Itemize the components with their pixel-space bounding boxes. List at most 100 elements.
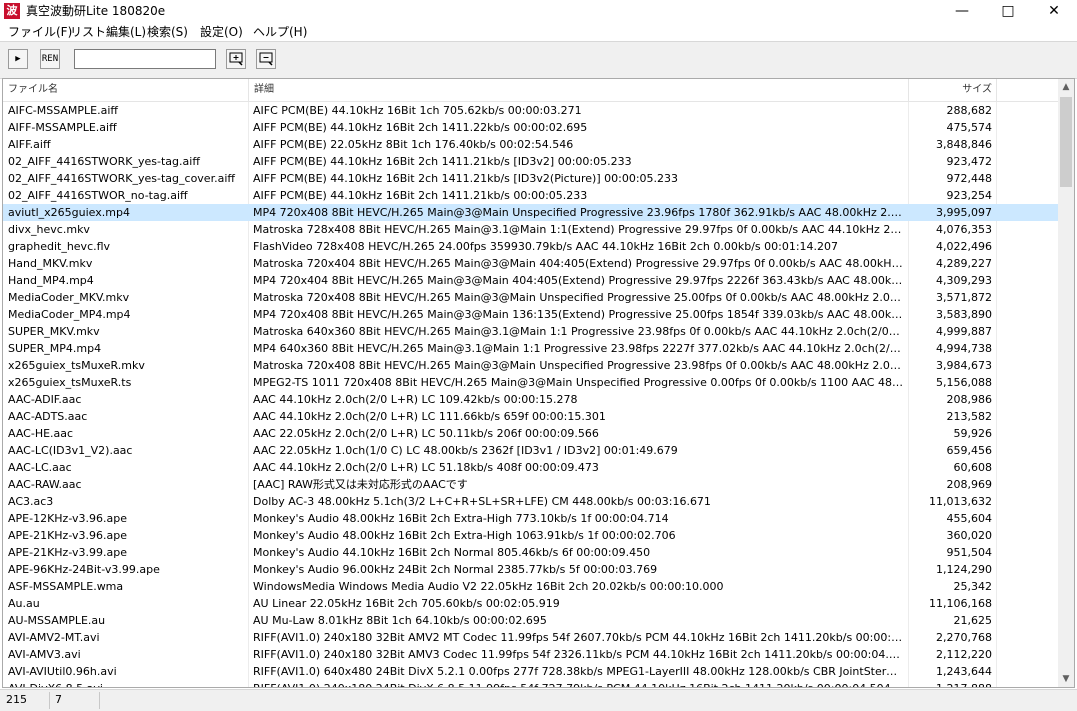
file-name-cell: AVI-AMV2-MT.avi: [8, 631, 100, 644]
table-row[interactable]: Hand_MP4.mp4 MP4 720x404 8Bit HEVC/H.265 …: [3, 272, 1059, 289]
status-divider: [49, 692, 50, 709]
table-row[interactable]: SUPER_MKV.mkv Matroska 640x360 8Bit HEVC/…: [3, 323, 1059, 340]
table-row[interactable]: SUPER_MP4.mp4 MP4 640x360 8Bit HEVC/H.265…: [3, 340, 1059, 357]
minimize-icon: —: [955, 3, 969, 19]
size-cell: 11,106,168: [929, 597, 992, 610]
column-header-name[interactable]: ファイル名: [3, 79, 248, 101]
column-divider[interactable]: [996, 79, 997, 101]
toolbar: ▶ REN: [0, 41, 1077, 79]
size-cell: 4,994,738: [936, 342, 992, 355]
app-icon: 波: [4, 3, 20, 19]
maximize-button[interactable]: □: [985, 0, 1031, 22]
table-row[interactable]: AAC-ADTS.aac AAC 44.10kHz 2.0ch(2/0 L+R) …: [3, 408, 1059, 425]
file-name-cell: divx_hevc.mkv: [8, 223, 90, 236]
file-name-cell: AVI-AVIUtil0.96h.avi: [8, 665, 117, 678]
size-cell: 208,986: [946, 393, 993, 406]
list-header: ファイル名 詳細 サイズ: [3, 79, 1059, 102]
table-row[interactable]: Hand_MKV.mkv Matroska 720x404 8Bit HEVC/H…: [3, 255, 1059, 272]
detail-cell: AU Mu-Law 8.01kHz 8Bit 1ch 64.10kb/s 00:…: [253, 614, 547, 627]
play-icon: ▶: [15, 54, 21, 64]
minimize-button[interactable]: —: [939, 0, 985, 22]
table-row[interactable]: divx_hevc.mkv Matroska 728x408 8Bit HEVC/…: [3, 221, 1059, 238]
detail-cell: AAC 44.10kHz 2.0ch(2/0 L+R) LC 51.18kb/s…: [253, 461, 599, 474]
size-cell: 923,254: [946, 189, 993, 202]
size-cell: 3,848,846: [936, 138, 992, 151]
column-header-size[interactable]: サイズ: [909, 79, 996, 101]
table-row[interactable]: APE-21KHz-v3.96.ape Monkey's Audio 48.00k…: [3, 527, 1059, 544]
table-row[interactable]: APE-12KHz-v3.96.ape Monkey's Audio 48.00k…: [3, 510, 1059, 527]
file-name-cell: AAC-HE.aac: [8, 427, 74, 440]
size-cell: 3,583,890: [936, 308, 992, 321]
rename-button[interactable]: REN: [40, 49, 60, 69]
file-name-cell: AVI-DivX6.8.5.avi: [3, 680, 248, 687]
search-input[interactable]: [74, 49, 216, 69]
file-list[interactable]: ファイル名 詳細 サイズ AIFC-MSSAMPLE.aiff AIFC PCM(…: [2, 78, 1075, 688]
table-row[interactable]: ASF-MSSAMPLE.wma WindowsMedia Windows Med…: [3, 578, 1059, 595]
table-row[interactable]: Au.au AU Linear 22.05kHz 16Bit 2ch 705.60…: [3, 595, 1059, 612]
table-row[interactable]: AAC-RAW.aac [AAC] RAW形式又は未対応形式のAACです 208,9…: [3, 476, 1059, 493]
file-name-cell: APE-21KHz-v3.96.ape: [8, 529, 127, 542]
table-row[interactable]: graphedit_hevc.flv FlashVideo 728x408 HEV…: [3, 238, 1059, 255]
table-row[interactable]: AIFF-MSSAMPLE.aiff AIFF PCM(BE) 44.10kHz …: [3, 119, 1059, 136]
detail-cell: RIFF(AVI1.0) 240x180 32Bit AMV2 MT Codec…: [253, 631, 908, 644]
table-row[interactable]: AVI-DivX6.8.5.aviRIFF(AVI1.0) 240x180 24…: [3, 680, 1059, 687]
menu-settings[interactable]: 設定(O): [200, 24, 243, 40]
detail-cell: MP4 640x360 8Bit HEVC/H.265 Main@3.1@Mai…: [253, 342, 908, 355]
detail-cell: AAC 44.10kHz 2.0ch(2/0 L+R) LC 109.42kb/…: [253, 393, 578, 406]
table-row[interactable]: AIFF.aiff AIFF PCM(BE) 22.05kHz 8Bit 1ch …: [3, 136, 1059, 153]
detail-cell: MPEG2-TS 1011 720x408 8Bit HEVC/H.265 Ma…: [253, 376, 908, 389]
table-row[interactable]: MediaCoder_MKV.mkv Matroska 720x408 8Bit …: [3, 289, 1059, 306]
table-row[interactable]: AAC-ADIF.aac AAC 44.10kHz 2.0ch(2/0 L+R) …: [3, 391, 1059, 408]
file-name-cell: AU-MSSAMPLE.au: [8, 614, 106, 627]
table-row[interactable]: AAC-LC(ID3v1_V2).aac AAC 22.05kHz 1.0ch(1…: [3, 442, 1059, 459]
file-name-cell: MediaCoder_MKV.mkv: [8, 291, 130, 304]
table-row[interactable]: AVI-AVIUtil0.96h.avi RIFF(AVI1.0) 640x480…: [3, 663, 1059, 680]
menu-list-edit[interactable]: リスト編集(L): [70, 24, 146, 40]
file-name-cell: ASF-MSSAMPLE.wma: [8, 580, 124, 593]
vertical-scrollbar[interactable]: ▲ ▼: [1058, 79, 1074, 687]
search-next-button[interactable]: [226, 49, 246, 69]
menu-file[interactable]: ファイル(F): [8, 24, 72, 40]
play-button[interactable]: ▶: [8, 49, 28, 69]
scroll-up-icon[interactable]: ▲: [1058, 79, 1074, 95]
detail-cell: Matroska 720x408 8Bit HEVC/H.265 Main@3@…: [253, 359, 908, 372]
file-name-cell: AAC-LC.aac: [8, 461, 72, 474]
table-row[interactable]: 02_AIFF_4416STWORK_yes-tag.aiff AIFF PCM(…: [3, 153, 1059, 170]
table-row[interactable]: AIFC-MSSAMPLE.aiff AIFC PCM(BE) 44.10kHz …: [3, 102, 1059, 119]
table-row[interactable]: AVI-AMV2-MT.avi RIFF(AVI1.0) 240x180 32Bi…: [3, 629, 1059, 646]
table-row[interactable]: x265guiex_tsMuxeR.mkv Matroska 720x408 8B…: [3, 357, 1059, 374]
table-row[interactable]: MediaCoder_MP4.mp4 MP4 720x408 8Bit HEVC/…: [3, 306, 1059, 323]
table-row[interactable]: APE-21KHz-v3.99.ape Monkey's Audio 44.10k…: [3, 544, 1059, 561]
column-header-detail[interactable]: 詳細: [249, 79, 908, 101]
table-row[interactable]: AAC-HE.aac AAC 22.05kHz 2.0ch(2/0 L+R) LC…: [3, 425, 1059, 442]
file-name-cell: MediaCoder_MP4.mp4: [8, 308, 131, 321]
close-button[interactable]: ✕: [1031, 0, 1077, 22]
table-row[interactable]: aviutl_x265guiex.mp4 MP4 720x408 8Bit HEV…: [3, 204, 1059, 221]
menu-search[interactable]: 検索(S): [147, 24, 188, 40]
scroll-down-icon[interactable]: ▼: [1058, 671, 1074, 687]
table-row[interactable]: 02_AIFF_4416STWOR_no-tag.aiff AIFF PCM(BE…: [3, 187, 1059, 204]
size-cell: 3,984,673: [936, 359, 992, 372]
size-cell: 659,456: [946, 444, 993, 457]
table-row[interactable]: x265guiex_tsMuxeR.ts MPEG2-TS 1011 720x40…: [3, 374, 1059, 391]
table-row[interactable]: 02_AIFF_4416STWORK_yes-tag_cover.aiff AIF…: [3, 170, 1059, 187]
detail-cell: RIFF(AVI1.0) 240x180 32Bit AMV3 Codec 11…: [253, 648, 908, 661]
scroll-thumb[interactable]: [1060, 97, 1072, 187]
file-name-cell: aviutl_x265guiex.mp4: [8, 206, 130, 219]
table-row[interactable]: APE-96KHz-24Bit-v3.99.ape Monkey's Audio …: [3, 561, 1059, 578]
table-row[interactable]: AC3.ac3 Dolby AC-3 48.00kHz 5.1ch(3/2 L+C…: [3, 493, 1059, 510]
table-row[interactable]: AVI-AMV3.avi RIFF(AVI1.0) 240x180 32Bit A…: [3, 646, 1059, 663]
menu-bar: ファイル(F) リスト編集(L) 検索(S) 設定(O) ヘルプ(H): [0, 22, 1077, 41]
size-cell: 3,995,097: [936, 206, 992, 219]
table-row[interactable]: AU-MSSAMPLE.au AU Mu-Law 8.01kHz 8Bit 1ch…: [3, 612, 1059, 629]
menu-help[interactable]: ヘルプ(H): [253, 24, 307, 40]
size-cell: 3,571,872: [936, 291, 992, 304]
file-name-cell: APE-21KHz-v3.99.ape: [8, 546, 127, 559]
detail-cell: AIFF PCM(BE) 44.10kHz 16Bit 2ch 1411.22k…: [253, 121, 588, 134]
size-cell: 4,309,293: [936, 274, 992, 287]
table-row[interactable]: AAC-LC.aac AAC 44.10kHz 2.0ch(2/0 L+R) LC…: [3, 459, 1059, 476]
size-cell: 2,112,220: [936, 648, 992, 661]
size-cell: 208,969: [946, 478, 993, 491]
detail-cell: Monkey's Audio 48.00kHz 16Bit 2ch Extra-…: [253, 512, 669, 525]
search-prev-button[interactable]: [256, 49, 276, 69]
